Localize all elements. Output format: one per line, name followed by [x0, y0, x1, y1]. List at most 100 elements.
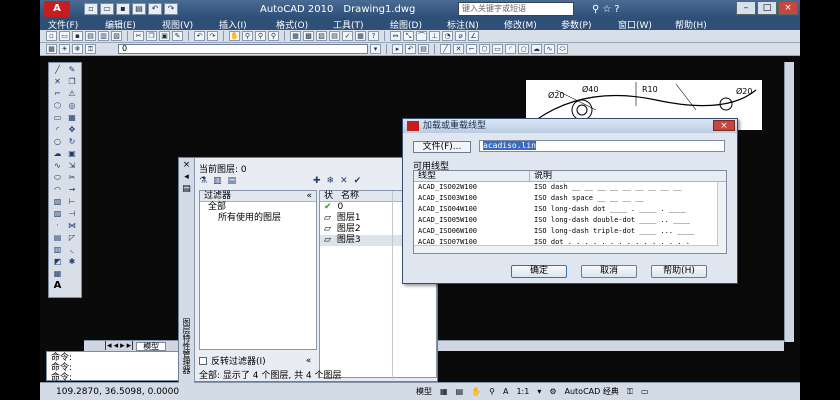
menu-parametric[interactable]: 参数(P) [553, 18, 610, 31]
linetype-row[interactable]: ACAD_ISO02W100 ISO dash __ __ __ __ __ _… [414, 182, 726, 193]
status-column-header[interactable]: 状 [324, 191, 333, 201]
linetype-column-header[interactable]: 线型 [414, 171, 530, 181]
explode-icon[interactable]: ✱ [66, 257, 79, 267]
menu-view[interactable]: 视图(V) [154, 18, 211, 31]
construction-line-icon[interactable]: ✕ [453, 44, 464, 54]
dim-aligned-icon[interactable]: ⤡ [403, 31, 414, 41]
open-icon[interactable]: ▭ [59, 31, 70, 41]
design-center-icon[interactable]: ▩ [303, 31, 314, 41]
palette-close-icon[interactable]: × [179, 160, 194, 170]
autocad-logo-icon[interactable]: A [44, 1, 70, 17]
dialog-title-bar[interactable]: 加载或重载线型 × [403, 119, 737, 133]
annotation-scale-value[interactable]: 1:1 [516, 387, 529, 396]
dim-radius-icon[interactable]: ◔ [442, 31, 453, 41]
maximize-button[interactable]: □ [757, 1, 777, 15]
redo-icon[interactable]: ↷ [164, 3, 178, 15]
menu-draw[interactable]: 绘图(D) [382, 18, 439, 31]
point-icon[interactable]: · [51, 221, 64, 231]
chamfer-icon[interactable]: ◸ [66, 233, 79, 243]
new-layer-vp-frozen-icon[interactable]: ❄ [327, 176, 335, 186]
linetype-row[interactable]: ACAD_ISO05W100 ISO long-dash double-dot … [414, 215, 726, 226]
make-block-icon[interactable]: ▨ [51, 209, 64, 219]
help-icon[interactable]: ? [368, 31, 379, 41]
multiline-text-icon[interactable]: A [51, 281, 64, 291]
copy-icon[interactable]: ❐ [146, 31, 157, 41]
quick-view-layouts-icon[interactable]: ▦ [440, 387, 448, 396]
pan-icon[interactable]: ✋ [471, 387, 481, 396]
menu-help[interactable]: 帮助(H) [667, 18, 724, 31]
layer-states-icon[interactable]: ▤ [418, 44, 429, 54]
invert-filter-checkbox[interactable] [199, 356, 207, 365]
zoom-previous-icon[interactable]: ⚲ [268, 31, 279, 41]
ellipse-icon[interactable]: ⬭ [51, 173, 64, 183]
stretch-icon[interactable]: ⇲ [66, 161, 79, 171]
plot-preview-icon[interactable]: ▥ [98, 31, 109, 41]
array-icon[interactable]: ▦ [66, 113, 79, 123]
publish-icon[interactable]: ▧ [111, 31, 122, 41]
break-at-point-icon[interactable]: ⊢ [66, 197, 79, 207]
delete-layer-icon[interactable]: ✕ [340, 176, 348, 186]
save-icon[interactable]: ▪ [116, 3, 130, 15]
hatch-icon[interactable]: ▤ [51, 233, 64, 243]
cancel-button[interactable]: 取消 [581, 265, 637, 278]
coordinate-readout[interactable]: 109.2870, 36.5098, 0.0000 [40, 387, 180, 397]
linetype-row[interactable]: ACAD_ISO06W100 ISO long-dash triple-dot … [414, 226, 726, 237]
minimize-button[interactable]: – [736, 1, 756, 15]
circle-icon[interactable]: ○ [51, 137, 64, 147]
current-layer-select[interactable]: 0 [118, 44, 368, 54]
layer-previous-icon[interactable]: ↶ [405, 44, 416, 54]
quickcalc-icon[interactable]: ▦ [355, 31, 366, 41]
menu-window[interactable]: 窗口(W) [610, 18, 667, 31]
new-layer-icon[interactable]: ✚ [313, 176, 321, 186]
first-tab-arrow-icon[interactable]: |◂ [104, 341, 112, 351]
collapse-icon[interactable]: « [306, 191, 312, 201]
rectangle-icon[interactable]: ▭ [51, 113, 64, 123]
line-icon[interactable]: ╱ [440, 44, 451, 54]
scale-icon[interactable]: ▣ [66, 149, 79, 159]
revision-cloud-icon[interactable]: ☁ [51, 149, 64, 159]
tool-palettes-icon[interactable]: ▨ [316, 31, 327, 41]
layer-properties-icon[interactable]: ▦ [46, 44, 57, 54]
help-search-input[interactable]: 键入关键字或短语 [458, 2, 574, 16]
model-space-button[interactable]: 模型 [416, 386, 432, 397]
menu-file[interactable]: 文件(F) [40, 18, 97, 31]
redo-icon[interactable]: ↷ [207, 31, 218, 41]
spline-icon[interactable]: ∿ [544, 44, 555, 54]
dim-ordinate-icon[interactable]: ⊥ [429, 31, 440, 41]
ellipse-icon[interactable]: ⬭ [557, 44, 568, 54]
layer-on-icon[interactable]: ☀ [59, 44, 70, 54]
linetype-list-vscroll[interactable] [717, 182, 726, 253]
insert-block-icon[interactable]: ▧ [51, 197, 64, 207]
polygon-icon[interactable]: ⬡ [51, 101, 64, 111]
lock-icon[interactable]: ⚿ [627, 387, 633, 397]
make-current-layer-icon[interactable]: ▸ [392, 44, 403, 54]
layer-freeze-icon[interactable]: ❄ [72, 44, 83, 54]
open-file-icon[interactable]: ▭ [100, 3, 114, 15]
arc-icon[interactable]: ◜ [51, 125, 64, 135]
layer-states-manager-icon[interactable]: ▤ [228, 176, 237, 186]
linetype-list-hscroll[interactable] [414, 245, 719, 253]
ellipse-arc-icon[interactable]: ◠ [51, 185, 64, 195]
break-icon[interactable]: ⊣ [66, 209, 79, 219]
construction-line-icon[interactable]: ✕ [51, 77, 64, 87]
table-icon[interactable]: ▦ [51, 269, 64, 279]
save-icon[interactable]: ▪ [72, 31, 83, 41]
layer-dropdown-icon[interactable]: ▾ [370, 44, 381, 54]
dim-linear-icon[interactable]: ↔ [390, 31, 401, 41]
last-tab-arrow-icon[interactable]: ▸| [127, 341, 135, 351]
canvas-vertical-scrollbar[interactable] [784, 62, 794, 342]
menu-insert[interactable]: 插入(I) [211, 18, 268, 31]
annotation-visibility-icon[interactable]: ▾ [537, 387, 541, 396]
zoom-window-icon[interactable]: ⚲ [255, 31, 266, 41]
move-icon[interactable]: ✥ [66, 125, 79, 135]
zoom-realtime-icon[interactable]: ⚲ [242, 31, 253, 41]
new-icon[interactable]: ▫ [46, 31, 57, 41]
description-column-header[interactable]: 说明 [530, 171, 552, 181]
menu-dimension[interactable]: 标注(N) [439, 18, 496, 31]
mirror-icon[interactable]: ⚠ [66, 89, 79, 99]
markup-icon[interactable]: ✓ [342, 31, 353, 41]
palette-title-strip[interactable]: × ◂ ▤ 图层特性管理器 [179, 158, 195, 383]
print-icon[interactable]: ▤ [132, 3, 146, 15]
ok-button[interactable]: 确定 [511, 265, 567, 278]
pan-icon[interactable]: ✋ [229, 31, 240, 41]
